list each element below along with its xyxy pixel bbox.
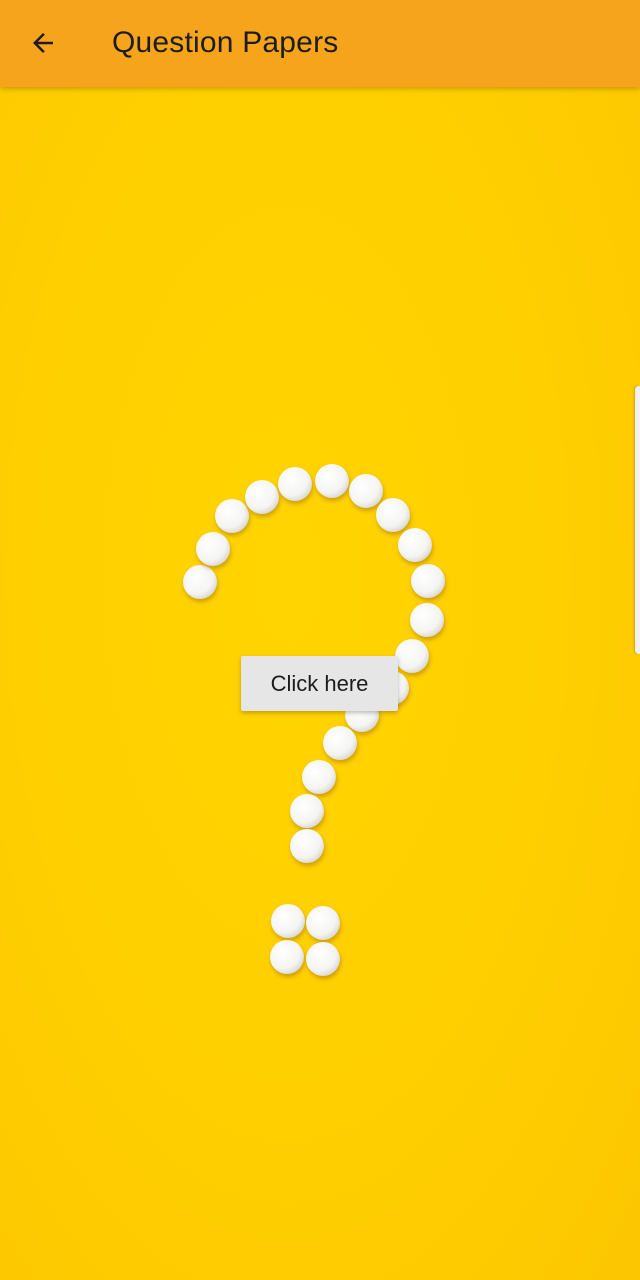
screen: Question Papers Click here: [0, 0, 640, 1280]
pill: [395, 639, 429, 673]
pill: [271, 904, 305, 938]
pill: [215, 499, 249, 533]
pill: [349, 474, 383, 508]
pill: [183, 565, 217, 599]
arrow-left-icon: [33, 33, 53, 53]
edge-panel-handle[interactable]: [635, 386, 640, 654]
pill: [306, 942, 340, 976]
pill: [306, 906, 340, 940]
page-title: Question Papers: [112, 26, 339, 59]
question-mark-illustration: [183, 464, 445, 976]
pill: [270, 940, 304, 974]
back-button[interactable]: [14, 14, 72, 72]
pill: [376, 498, 410, 532]
pill: [323, 726, 357, 760]
pill: [398, 528, 432, 562]
pill: [196, 532, 230, 566]
pill: [302, 760, 336, 794]
app-bar: Question Papers: [0, 0, 640, 87]
click-here-button[interactable]: Click here: [241, 656, 398, 711]
pill-group: [183, 464, 445, 976]
pill: [290, 794, 324, 828]
pill: [278, 467, 312, 501]
pill: [290, 829, 324, 863]
pill: [410, 603, 444, 637]
pill: [411, 564, 445, 598]
pill: [315, 464, 349, 498]
pill: [245, 480, 279, 514]
